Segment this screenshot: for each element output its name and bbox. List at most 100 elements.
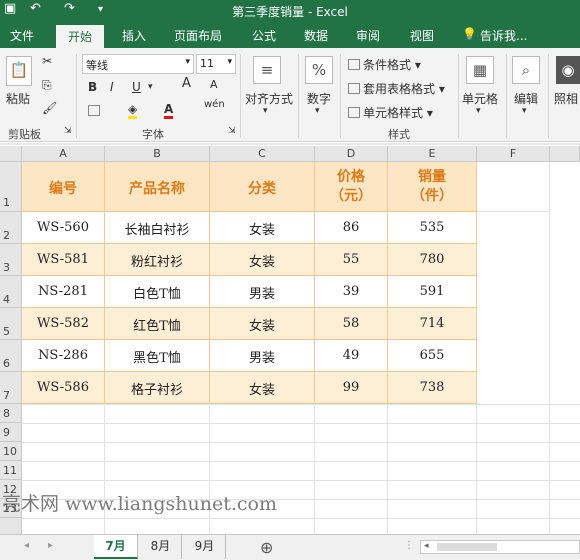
column-header-a[interactable]: A [22,146,105,162]
clipboard-launcher-icon[interactable]: ⇲ [64,126,72,136]
column-header-b[interactable]: B [105,146,210,162]
tab-data[interactable]: 数据 [304,27,328,44]
table-cell[interactable]: NS-281 [22,276,105,308]
table-cell[interactable]: 女装 [210,244,315,276]
table-cell[interactable]: 86 [315,212,388,244]
italic-button[interactable]: I [110,80,114,94]
table-cell[interactable]: 白色T恤 [105,276,210,308]
tell-me-input[interactable]: 告诉我... [480,27,527,44]
shrink-font-button[interactable]: A [210,78,218,91]
camera-icon[interactable]: ◉ [556,56,580,84]
cell-styles-button[interactable]: 单元格样式 ▾ [348,104,433,121]
row-header-5[interactable]: 5 [0,308,22,340]
table-cell[interactable]: 女装 [210,212,315,244]
fill-color-icon[interactable]: ◈ [128,102,138,119]
row-header-10[interactable]: 10 [0,442,22,461]
alignment-button[interactable]: 对齐方式 [245,90,293,107]
horizontal-scrollbar[interactable]: ◂ [420,540,580,554]
row-header-11[interactable]: 11 [0,461,22,480]
table-cell[interactable]: 55 [315,244,388,276]
underline-button[interactable]: U [132,80,141,94]
scrollbar-thumb[interactable] [437,543,497,551]
more-tabs-icon[interactable]: ⋮ [404,540,414,551]
spreadsheet-grid[interactable]: A B C D E F 1 2 3 4 5 6 7 8 9 10 11 12 1… [0,146,580,534]
phonetic-button[interactable]: wén [204,99,225,110]
header-cell-sales[interactable]: 销量 （件） [388,162,477,212]
tab-review[interactable]: 审阅 [356,27,380,44]
header-cell-price[interactable]: 价格 （元） [315,162,388,212]
cells-button[interactable]: 单元格 [462,90,498,107]
scroll-left-arrow-icon[interactable]: ◂ [424,541,429,551]
table-cell[interactable]: 格子衬衫 [105,372,210,404]
row-header-9[interactable]: 9 [0,423,22,442]
table-cell[interactable]: WS-582 [22,308,105,340]
cut-icon[interactable]: ✂ [42,54,52,68]
sheet-tab-7[interactable]: 7月 [94,535,138,559]
camera-button[interactable]: 照相 [554,90,578,107]
editing-button[interactable]: 编辑 [514,90,538,107]
column-header-f[interactable]: F [477,146,550,162]
number-button[interactable]: 数字 [307,90,331,107]
header-cell-product[interactable]: 产品名称 [105,162,210,212]
tab-insert[interactable]: 插入 [122,27,146,44]
table-cell[interactable]: 男装 [210,276,315,308]
grow-font-button[interactable]: A [182,76,191,91]
column-header-e[interactable]: E [388,146,477,162]
sheet-tab-9[interactable]: 9月 [184,535,226,559]
scroll-left-icon[interactable]: ◂ [24,540,29,551]
sheet-tab-8[interactable]: 8月 [140,535,182,559]
row-header-2[interactable]: 2 [0,212,22,244]
table-cell[interactable]: WS-586 [22,372,105,404]
table-cell[interactable]: 535 [388,212,477,244]
conditional-formatting-button[interactable]: 条件格式 ▾ [348,56,421,73]
font-launcher-icon[interactable]: ⇲ [228,126,236,136]
table-cell[interactable]: 655 [388,340,477,372]
borders-icon[interactable] [88,104,103,118]
scroll-right-icon[interactable]: ▸ [48,540,53,551]
column-header-g[interactable] [550,146,580,162]
table-cell[interactable]: 99 [315,372,388,404]
copy-icon[interactable]: ⎘ [42,78,52,93]
table-cell[interactable]: 591 [388,276,477,308]
format-as-table-button[interactable]: 套用表格格式 ▾ [348,80,445,97]
add-sheet-button[interactable]: ⊕ [260,538,273,557]
table-cell[interactable]: 39 [315,276,388,308]
format-painter-icon[interactable]: 🖌 [42,101,57,115]
chevron-down-icon[interactable]: ▾ [263,106,268,116]
font-color-icon[interactable]: A [164,102,174,119]
alignment-icon[interactable]: ≡ [253,56,281,84]
tab-view[interactable]: 视图 [410,27,434,44]
header-cell-id[interactable]: 编号 [22,162,105,212]
paste-button[interactable]: 粘贴 [6,90,30,107]
column-header-d[interactable]: D [315,146,388,162]
row-header-4[interactable]: 4 [0,276,22,308]
tell-me-icon[interactable]: 💡 [462,27,477,41]
table-cell[interactable]: WS-581 [22,244,105,276]
tab-file[interactable]: 文件 [10,27,34,44]
table-cell[interactable]: 女装 [210,308,315,340]
table-cell[interactable]: 714 [388,308,477,340]
header-cell-category[interactable]: 分类 [210,162,315,212]
table-cell[interactable]: 女装 [210,372,315,404]
paste-icon[interactable]: 📋 [6,56,32,86]
search-icon[interactable]: ⌕ [512,56,540,84]
tab-page-layout[interactable]: 页面布局 [174,27,222,44]
row-header-6[interactable]: 6 [0,340,22,372]
row-header-8[interactable]: 8 [0,404,22,423]
row-header-14[interactable] [0,518,22,534]
font-size-select[interactable]: 11 ▾ [196,54,236,74]
row-header-7[interactable]: 7 [0,372,22,404]
table-cell[interactable]: 长袖白衬衫 [105,212,210,244]
row-header-3[interactable]: 3 [0,244,22,276]
tab-formulas[interactable]: 公式 [252,27,276,44]
table-cell[interactable]: 黑色T恤 [105,340,210,372]
row-header-1[interactable]: 1 [0,162,22,212]
bold-button[interactable]: B [88,80,97,94]
column-header-c[interactable]: C [210,146,315,162]
table-cell[interactable]: 58 [315,308,388,340]
chevron-down-icon[interactable]: ▾ [148,82,153,92]
table-cell[interactable]: 780 [388,244,477,276]
column-f-cells[interactable] [477,162,550,404]
font-name-select[interactable]: 等线 ▾ [82,54,194,74]
table-cell[interactable]: 粉红衬衫 [105,244,210,276]
